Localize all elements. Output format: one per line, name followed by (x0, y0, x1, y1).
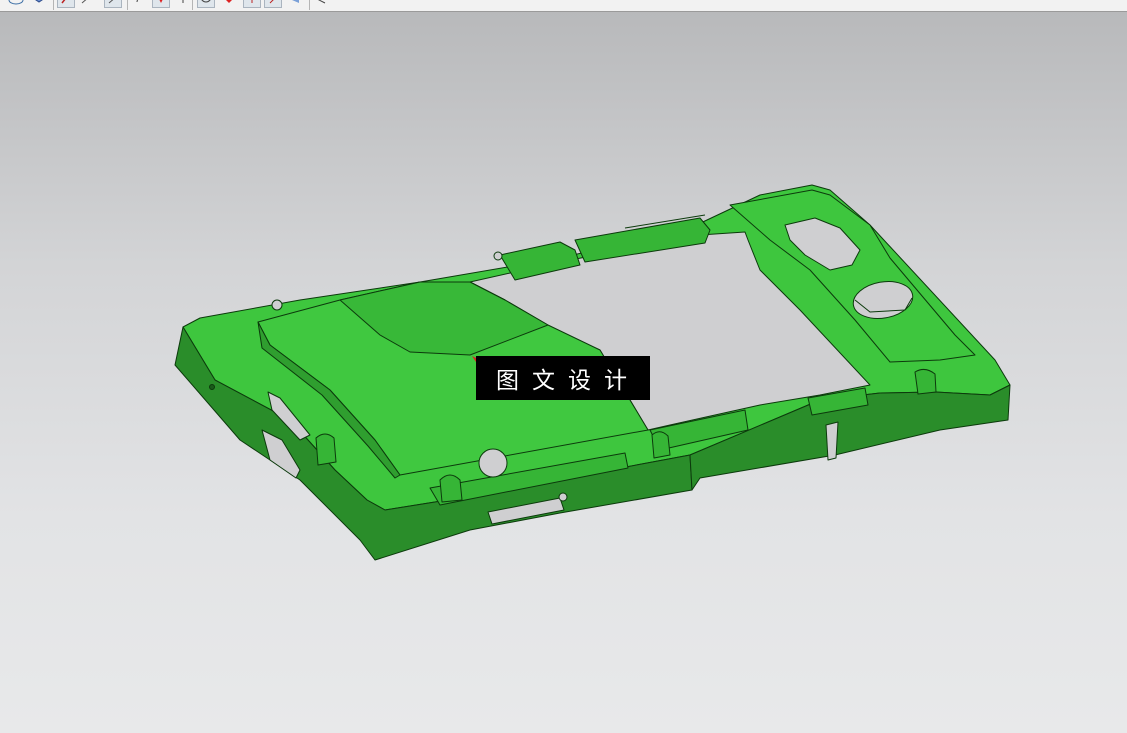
toolbar-separator (192, 0, 193, 10)
toolbar (0, 0, 1127, 12)
toolbar-separator (309, 0, 310, 10)
line-tool-icon[interactable] (77, 0, 95, 8)
undo-icon[interactable] (133, 0, 145, 8)
cad-viewport[interactable]: 图文设计 (0, 12, 1127, 733)
dim-icon[interactable] (222, 0, 236, 8)
toolbar-separator (127, 0, 128, 10)
selection-icon[interactable] (178, 0, 188, 8)
triangle-left-icon[interactable] (289, 0, 301, 8)
shaded-cube-icon[interactable] (29, 0, 49, 8)
toolbar-separator (53, 0, 54, 10)
arrow-icon[interactable] (243, 0, 261, 8)
orient-view-icon[interactable] (6, 0, 26, 8)
filter-icon[interactable] (152, 0, 170, 8)
arc-tool-icon[interactable] (104, 0, 122, 8)
snap-point-icon[interactable] (57, 0, 75, 8)
triangle-left-icon[interactable] (316, 0, 328, 8)
watermark-label: 图文设计 (476, 356, 650, 400)
arrow-icon[interactable] (264, 0, 282, 8)
rotate-icon[interactable] (197, 0, 215, 8)
